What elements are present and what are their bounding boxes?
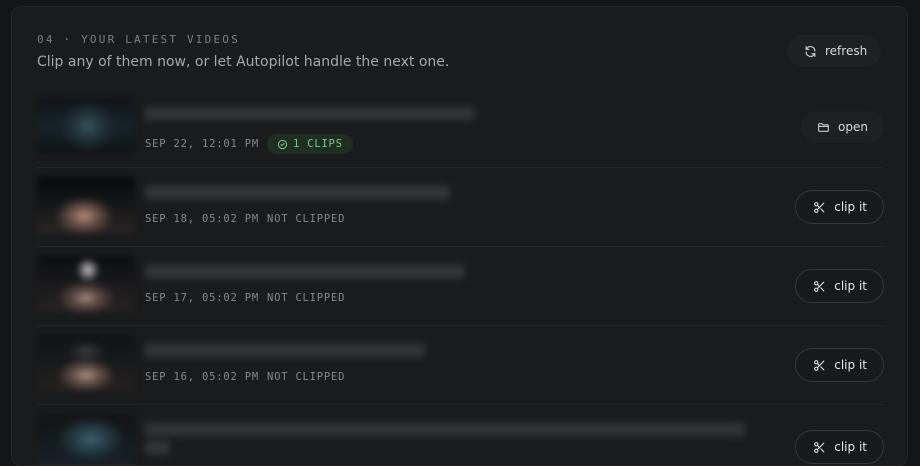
video-title [145, 423, 745, 436]
video-date: SEP 16, 05:02 PM [145, 371, 259, 383]
clip-it-button[interactable]: clip it [795, 348, 884, 382]
clip-it-label: clip it [834, 200, 867, 214]
video-row: SEP 18, 05:02 PM NOT CLIPPED clip it [37, 168, 884, 247]
video-thumbnail [37, 98, 135, 154]
scissors-icon [814, 359, 825, 371]
refresh-icon [805, 45, 816, 57]
refresh-button[interactable]: refresh [787, 35, 882, 67]
folder-icon [818, 122, 829, 132]
scissors-icon [814, 280, 825, 292]
section-subtitle: Clip any of them now, or let Autopilot h… [37, 54, 450, 70]
video-row: SEP 16, 05:02 PM NOT CLIPPED clip it [37, 326, 884, 405]
video-meta: SEP 22, 12:01 PM 1 CLIPS [145, 134, 353, 154]
video-title [145, 186, 450, 199]
clip-it-label: clip it [834, 440, 867, 454]
clip-it-label: clip it [834, 358, 867, 372]
check-circle-icon [277, 139, 288, 149]
video-title [145, 344, 425, 357]
video-row: clip it [37, 405, 884, 465]
video-meta: SEP 17, 05:02 PM NOT CLIPPED [145, 292, 345, 304]
section-label: 04 · YOUR LATEST VIDEOS [37, 33, 240, 46]
video-date: SEP 18, 05:02 PM [145, 213, 259, 225]
video-meta: SEP 16, 05:02 PM NOT CLIPPED [145, 371, 345, 383]
video-thumbnail [37, 335, 135, 391]
clips-count-badge: 1 CLIPS [266, 134, 353, 154]
video-date: SEP 22, 12:01 PM [145, 138, 259, 150]
clip-it-button[interactable]: clip it [795, 269, 884, 303]
video-status: NOT CLIPPED [266, 213, 346, 225]
open-label: open [838, 120, 868, 134]
video-date: SEP 17, 05:02 PM [145, 292, 259, 304]
video-row: SEP 22, 12:01 PM 1 CLIPS open [37, 89, 884, 168]
video-status: NOT CLIPPED [266, 292, 346, 304]
video-thumbnail [37, 256, 135, 312]
video-title [145, 265, 465, 278]
video-meta: SEP 18, 05:02 PM NOT CLIPPED [145, 213, 345, 225]
open-button[interactable]: open [801, 111, 884, 143]
scissors-icon [814, 201, 825, 213]
video-row: SEP 17, 05:02 PM NOT CLIPPED clip it [37, 247, 884, 326]
video-thumbnail [37, 177, 135, 233]
refresh-label: refresh [825, 44, 868, 58]
scissors-icon [814, 441, 825, 453]
video-status: NOT CLIPPED [266, 371, 346, 383]
clip-it-label: clip it [834, 279, 867, 293]
clips-count-label: 1 CLIPS [292, 138, 343, 150]
clip-it-button[interactable]: clip it [795, 430, 884, 464]
clip-it-button[interactable]: clip it [795, 190, 884, 224]
video-title-line-2 [145, 441, 170, 454]
video-thumbnail [37, 414, 135, 465]
latest-videos-panel: 04 · YOUR LATEST VIDEOS Clip any of them… [11, 6, 908, 466]
video-title [145, 107, 475, 120]
